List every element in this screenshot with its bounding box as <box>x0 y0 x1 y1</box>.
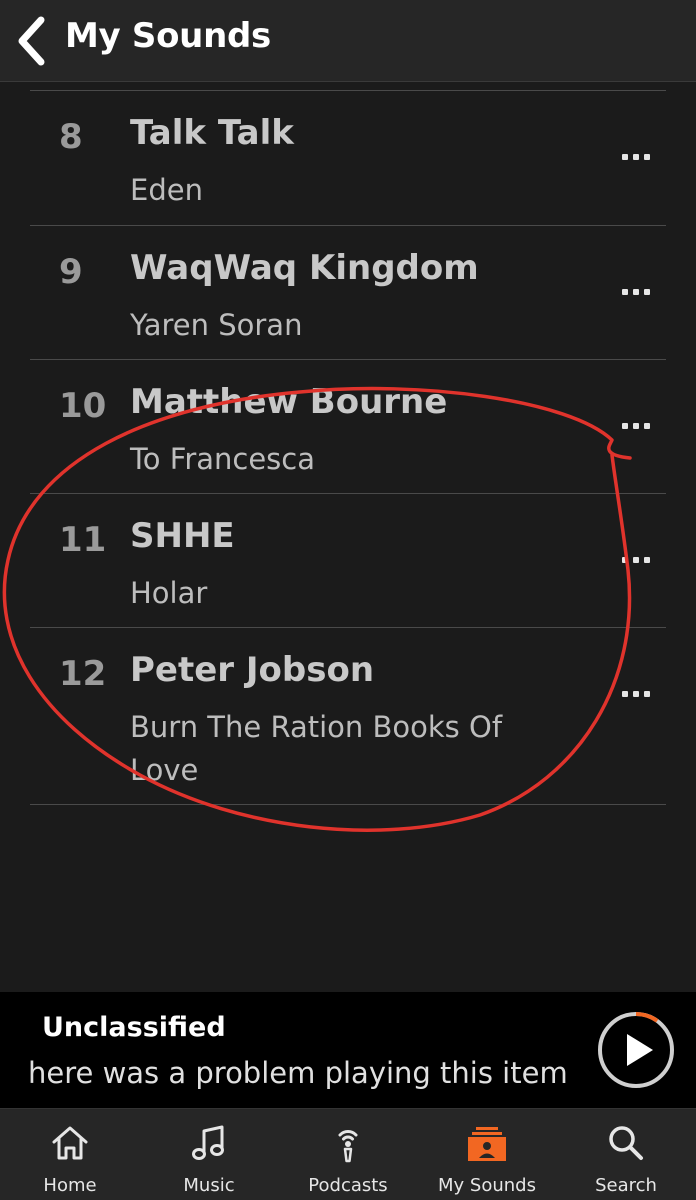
track-artist: WaqWaq Kingdom <box>130 248 479 288</box>
bottom-tab-bar: Home Music Podcasts My Sounds Search <box>0 1108 696 1200</box>
top-bar: My Sounds <box>0 0 696 82</box>
progress-arc <box>635 1012 659 1023</box>
divider <box>30 804 666 805</box>
track-title: Yaren Soran <box>130 308 303 342</box>
more-options-button[interactable] <box>618 416 654 436</box>
track-row-8[interactable]: 8 Talk Talk Eden <box>30 91 666 225</box>
back-button[interactable] <box>12 14 52 68</box>
tab-music[interactable]: Music <box>149 1109 269 1200</box>
track-number: 12 <box>59 654 107 694</box>
tab-my-sounds[interactable]: My Sounds <box>427 1109 547 1200</box>
tab-home[interactable]: Home <box>10 1109 130 1200</box>
track-number: 9 <box>59 252 83 292</box>
track-list: 8 Talk Talk Eden 9 WaqWaq Kingdom Yaren … <box>30 90 666 805</box>
track-artist: SHHE <box>130 516 235 556</box>
more-options-button[interactable] <box>618 550 654 570</box>
track-row-9[interactable]: 9 WaqWaq Kingdom Yaren Soran <box>30 226 666 359</box>
more-dots-icon <box>622 557 628 563</box>
mini-player[interactable]: Unclassified here was a problem playing … <box>0 992 696 1108</box>
more-dots-icon <box>622 423 628 429</box>
podcast-icon <box>338 1130 358 1163</box>
more-dots-icon <box>644 423 650 429</box>
track-row-10[interactable]: 10 Matthew Bourne To Francesca <box>30 360 666 493</box>
tab-search[interactable]: Search <box>566 1109 686 1200</box>
more-dots-icon <box>644 154 650 160</box>
track-artist: Matthew Bourne <box>130 382 448 422</box>
track-number: 8 <box>59 117 83 157</box>
more-dots-icon <box>644 557 650 563</box>
track-number: 11 <box>59 520 107 560</box>
home-icon <box>52 1126 88 1160</box>
more-dots-icon <box>622 691 628 697</box>
track-title: To Francesca <box>130 442 316 476</box>
track-artist: Peter Jobson <box>130 650 375 690</box>
more-dots-icon <box>622 289 628 295</box>
more-dots-icon <box>644 691 650 697</box>
track-number: 10 <box>59 386 107 426</box>
search-icon <box>609 1126 643 1160</box>
tab-label: Music <box>183 1175 235 1196</box>
track-row-12[interactable]: 12 Peter Jobson Burn The Ration Books Of… <box>30 628 666 804</box>
chevron-left-icon <box>18 16 45 66</box>
more-options-button[interactable] <box>618 684 654 704</box>
tab-label: Search <box>595 1175 657 1196</box>
more-options-button[interactable] <box>618 282 654 302</box>
tab-label: My Sounds <box>438 1175 536 1196</box>
my-sounds-screen: My Sounds 8 Talk Talk Eden 9 WaqWaq King… <box>0 0 696 1200</box>
more-dots-icon <box>633 423 639 429</box>
more-options-button[interactable] <box>618 147 654 167</box>
page-title: My Sounds <box>65 16 271 56</box>
track-title: Holar <box>130 576 208 610</box>
tab-label: Home <box>43 1175 97 1196</box>
play-icon <box>627 1034 653 1066</box>
track-title: Eden <box>130 173 203 207</box>
track-artist: Talk Talk <box>130 113 294 153</box>
tab-podcasts[interactable]: Podcasts <box>288 1109 408 1200</box>
more-dots-icon <box>644 289 650 295</box>
tab-label: Podcasts <box>308 1175 388 1196</box>
more-dots-icon <box>633 557 639 563</box>
my-sounds-icon <box>468 1127 506 1161</box>
track-row-11[interactable]: 11 SHHE Holar <box>30 494 666 627</box>
track-title: Burn The Ration Books Of Love <box>130 710 503 787</box>
playback-error-message: here was a problem playing this item <box>28 1056 568 1090</box>
more-dots-icon <box>633 154 639 160</box>
more-dots-icon <box>633 691 639 697</box>
music-note-icon <box>192 1125 224 1160</box>
more-dots-icon <box>622 154 628 160</box>
more-dots-icon <box>633 289 639 295</box>
now-playing-title: Unclassified <box>42 1012 226 1043</box>
play-button[interactable] <box>596 1010 676 1090</box>
